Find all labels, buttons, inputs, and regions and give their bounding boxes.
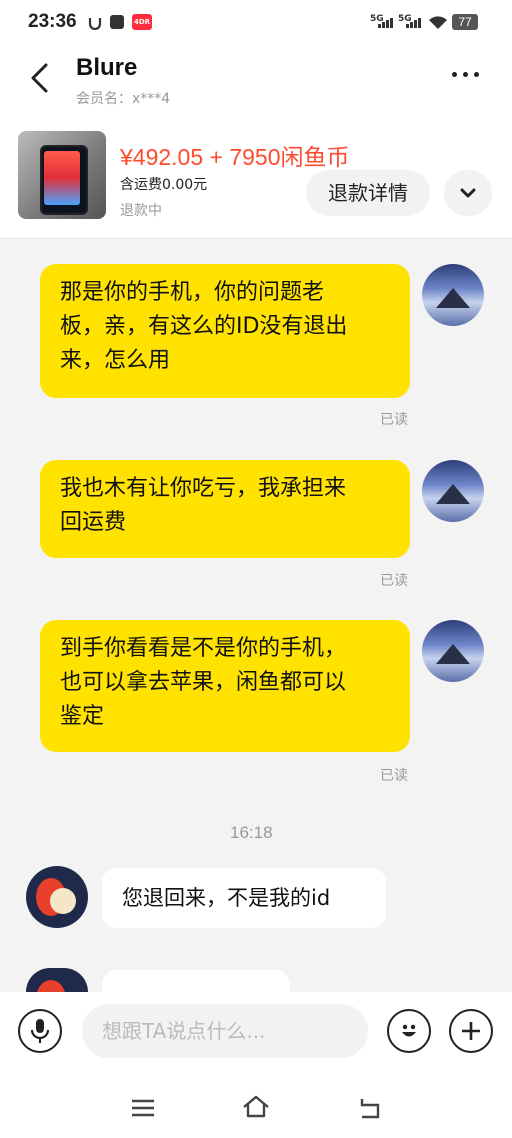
notification-icon — [88, 15, 102, 31]
refund-status: 退款中 — [120, 203, 162, 219]
contact-avatar[interactable] — [26, 968, 88, 992]
message-line: 也可以拿去苹果，闲鱼都可以 — [60, 670, 347, 695]
home-icon[interactable] — [242, 1094, 270, 1122]
emoji-icon[interactable] — [387, 1009, 431, 1053]
contact-name[interactable]: Blure — [76, 54, 137, 82]
my-avatar[interactable] — [422, 264, 484, 326]
my-avatar[interactable] — [422, 620, 484, 682]
product-price: ¥492.05 + 7950闲鱼币 — [120, 144, 350, 170]
more-dots-icon[interactable] — [452, 72, 479, 77]
message-line: 我也木有让你吃亏，我承担来 — [60, 476, 347, 501]
back-arrow-icon[interactable] — [28, 63, 50, 93]
message-input[interactable]: 想跟TA说点什么... — [82, 1004, 368, 1058]
read-receipt: 已读 — [380, 412, 408, 428]
message-bubble[interactable]: 我也木有让你吃亏，我承担来 回运费 — [40, 460, 410, 558]
shipping-fee: 含运费0.00元 — [120, 177, 208, 193]
signal-icon — [378, 18, 393, 28]
message-line: 到手你看看是不是你的手机， — [60, 636, 347, 661]
app-icon — [110, 15, 124, 29]
menu-icon[interactable] — [131, 1098, 155, 1122]
message-line: 那是你的手机，你的问题老 — [60, 280, 325, 305]
refund-details-button[interactable]: 退款详情 — [306, 170, 430, 216]
signal-icon-2 — [406, 18, 421, 28]
message-line: 鉴定 — [60, 704, 105, 729]
contact-avatar[interactable] — [26, 866, 88, 928]
wifi-icon — [428, 15, 448, 34]
incoming-message-bubble-partial[interactable] — [102, 970, 290, 992]
incoming-message-bubble[interactable]: 您退回来，不是我的id — [102, 868, 386, 928]
back-nav-icon[interactable] — [358, 1096, 382, 1124]
plus-icon[interactable] — [449, 1009, 493, 1053]
message-line: 回运费 — [60, 510, 127, 535]
read-receipt: 已读 — [380, 768, 408, 784]
read-receipt: 已读 — [380, 573, 408, 589]
message-bubble[interactable]: 到手你看看是不是你的手机， 也可以拿去苹果，闲鱼都可以 鉴定 — [40, 620, 410, 752]
member-id: 会员名：x***4 — [76, 91, 171, 107]
chevron-down-icon — [460, 188, 476, 198]
battery-indicator: 77 — [452, 14, 478, 30]
message-line: 板，亲，有这么的ID没有退出 — [60, 314, 348, 339]
expand-button[interactable] — [444, 170, 492, 216]
message-line: 来，怎么用 — [60, 348, 171, 373]
product-thumbnail[interactable] — [18, 131, 106, 219]
message-bubble[interactable]: 那是你的手机，你的问题老 板，亲，有这么的ID没有退出 来，怎么用 — [40, 264, 410, 398]
chat-timestamp: 16:18 — [230, 823, 273, 842]
my-avatar[interactable] — [422, 460, 484, 522]
app-badge-icon: 4DR — [132, 14, 152, 30]
microphone-icon[interactable] — [18, 1009, 62, 1053]
status-time: 23:36 — [28, 11, 77, 32]
